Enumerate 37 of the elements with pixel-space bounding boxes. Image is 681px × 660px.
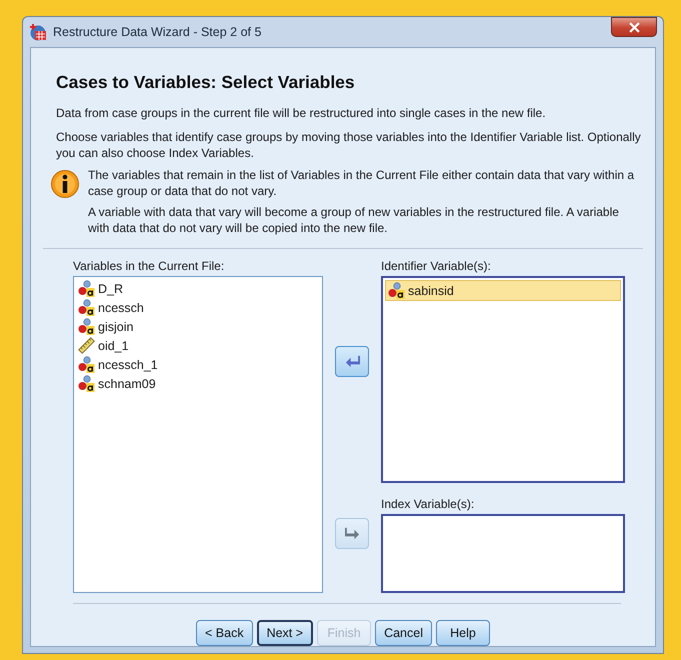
list-item[interactable]: sabinsid — [385, 280, 621, 301]
list-label: Identifier Variable(s): — [381, 259, 492, 274]
dialog-button[interactable]: Cancel — [375, 620, 432, 646]
dialog-button[interactable]: Next > — [256, 620, 314, 646]
window-title: Restructure Data Wizard - Step 2 of 5 — [53, 25, 262, 39]
instruction-text: Data from case groups in the current file will be restructured into single cases in the new file. — [56, 105, 547, 121]
nominal-variable-icon — [78, 318, 95, 335]
info-text: A variable with data that vary will become a group of new variables in the restructured file. A variable with data that do not vary will be copied into the new file. — [88, 204, 620, 236]
left-arrow-icon — [344, 354, 360, 369]
list-label: Variables in the Current File: — [73, 259, 226, 274]
list-item[interactable]: ncessch_1 — [76, 355, 320, 374]
list-item[interactable]: D_R — [76, 279, 320, 298]
move-button[interactable] — [335, 346, 369, 377]
identifier-list[interactable]: sabinsid — [381, 276, 625, 483]
app-icon — [29, 23, 47, 41]
nominal-variable-icon — [78, 375, 95, 392]
nominal-variable-icon — [78, 280, 95, 297]
close-button[interactable] — [611, 17, 657, 37]
nominal-variable-icon — [78, 356, 95, 373]
list-item[interactable]: oid_1 — [76, 336, 320, 355]
list-item[interactable]: gisjoin — [76, 317, 320, 336]
move-button[interactable] — [335, 518, 369, 549]
nominal-variable-icon — [388, 282, 405, 299]
page-heading: Cases to Variables: Select Variables — [56, 72, 356, 93]
right-arrow-icon — [344, 526, 360, 541]
dialog-button[interactable]: Help — [436, 620, 490, 646]
index-list[interactable] — [381, 514, 625, 593]
list-item[interactable]: schnam09 — [76, 374, 320, 393]
dialog-button[interactable]: < Back — [196, 620, 253, 646]
variable-list[interactable]: D_R ncessch gisjoin oid_1 ncessch_1 schnam09 — [73, 276, 323, 593]
close-icon — [628, 22, 640, 32]
list-label: Index Variable(s): — [381, 497, 476, 512]
info-text: The variables that remain in the list of Variables in the Current File either contain data that vary within a case group or data that do not vary. — [88, 167, 636, 199]
instruction-text: Choose variables that identify case groups by moving those variables into the Identifier Variable list. Optionally you can also choose Index Variables. — [56, 129, 642, 161]
list-item[interactable]: ncessch — [76, 298, 320, 317]
info-icon — [50, 169, 80, 199]
nominal-variable-icon — [78, 299, 95, 316]
